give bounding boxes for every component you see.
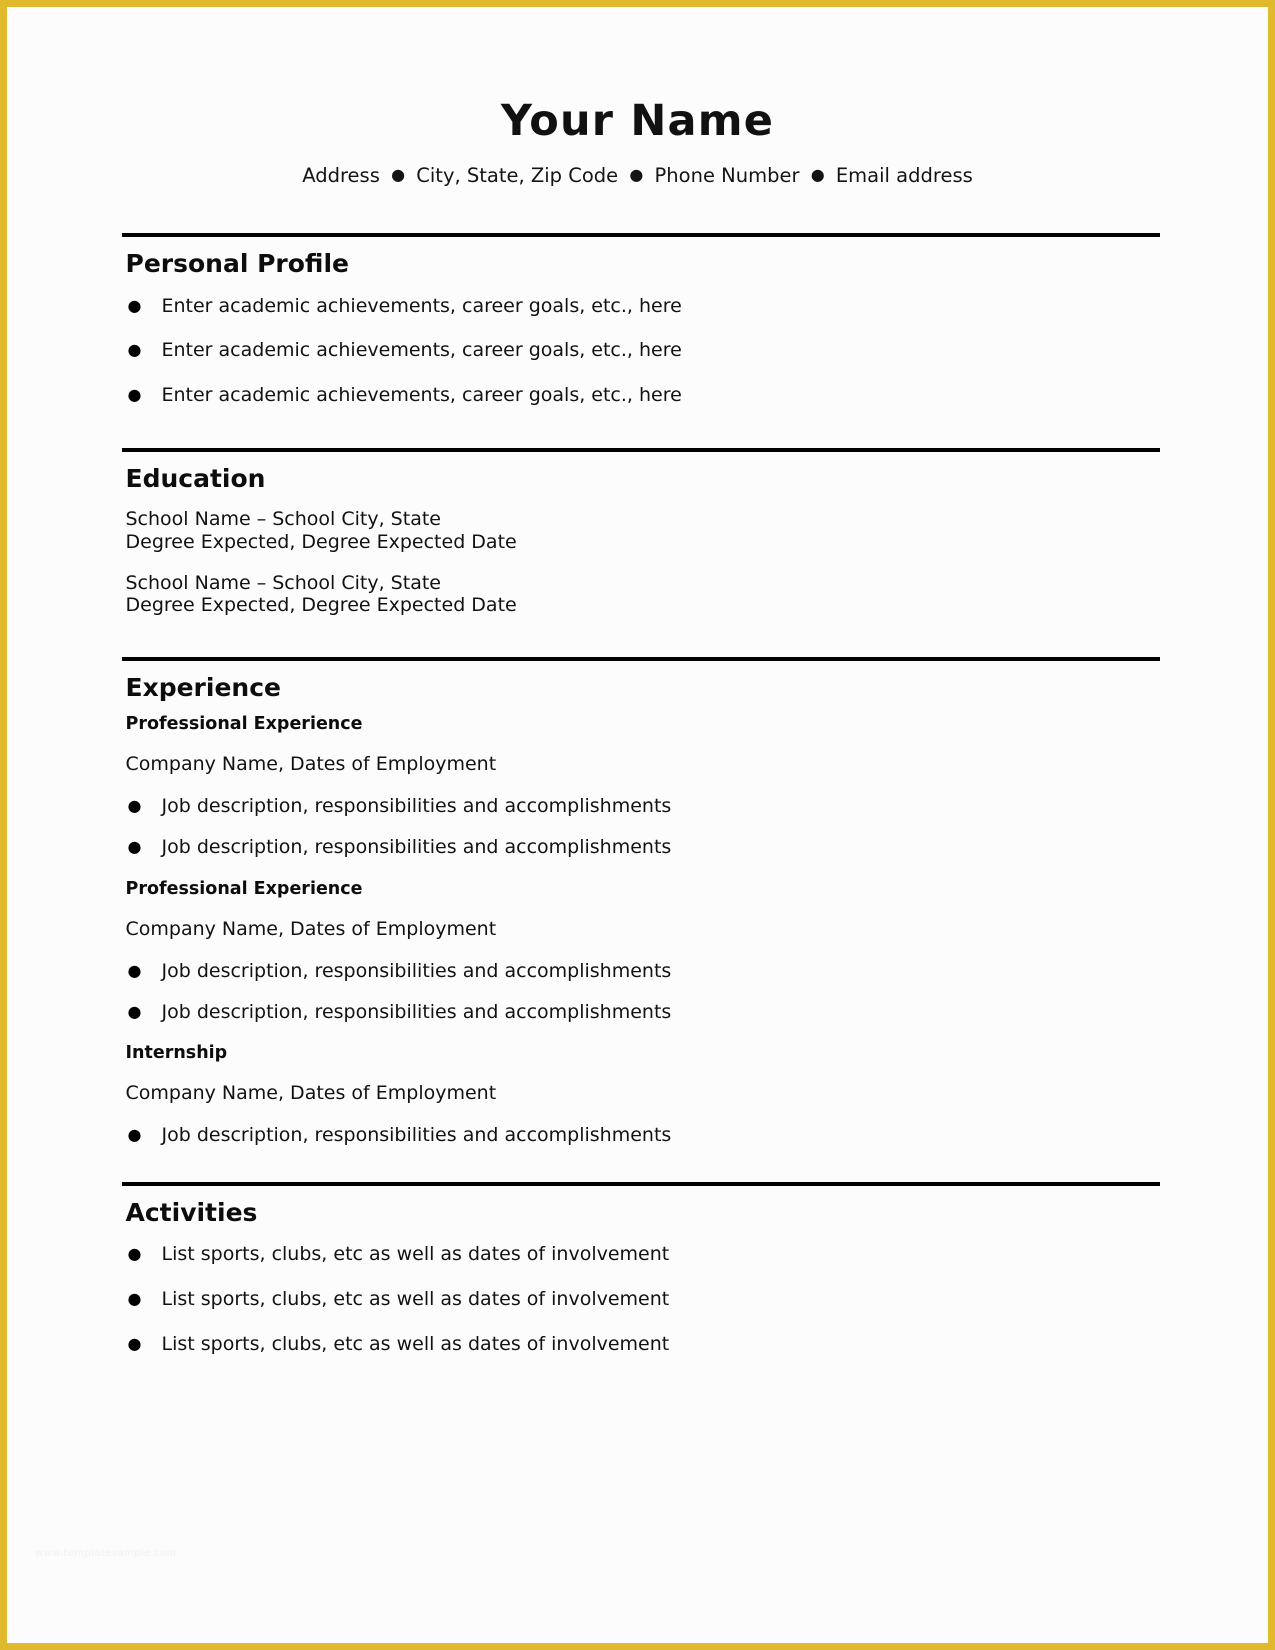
experience-bullet-list: ● Job description, responsibilities and … (122, 959, 1158, 1024)
contact-phone: Phone Number (654, 164, 800, 187)
experience-company: Company Name, Dates of Employment (125, 753, 497, 776)
experience-entry: Internship Company Name, Dates of Employ… (122, 1042, 1158, 1148)
section-activities: Activities ● List sports, clubs, etc as … (121, 1182, 1160, 1356)
education-school: School Name – School City, State (125, 507, 441, 530)
experience-subtitle: Professional Experience (125, 878, 363, 899)
experience-bullet-list: ● Job description, responsibilities and … (122, 794, 1158, 859)
list-item: ● Enter academic achievements, career go… (122, 383, 1158, 408)
section-title-experience: Experience (125, 673, 281, 703)
list-item: ● Job description, responsibilities and … (122, 1123, 1158, 1148)
bullet-separator-icon: ● (629, 165, 644, 184)
list-item-label: List sports, clubs, etc as well as dates… (161, 1287, 670, 1310)
list-item-label: Job description, responsibilities and ac… (161, 836, 672, 859)
applicant-name: Your Name (500, 96, 775, 146)
experience-subtitle: Professional Experience (125, 714, 363, 735)
list-item: ● List sports, clubs, etc as well as dat… (122, 1287, 1158, 1312)
list-item: ● Job description, responsibilities and … (122, 1000, 1158, 1025)
bullet-icon: ● (127, 340, 142, 360)
resume-header: Your Name Address ● City, State, Zip Cod… (7, 7, 1268, 188)
education-degree: Degree Expected, Degree Expected Date (125, 530, 517, 553)
list-item: ● Job description, responsibilities and … (122, 835, 1158, 860)
list-item-label: List sports, clubs, etc as well as dates… (161, 1332, 670, 1355)
section-title-education: Education (125, 463, 266, 493)
bullet-icon: ● (127, 1288, 142, 1308)
bullet-separator-icon: ● (391, 165, 406, 184)
list-item: ● List sports, clubs, etc as well as dat… (122, 1242, 1158, 1267)
education-entry: School Name – School City, State Degree … (122, 572, 1158, 618)
section-title-personal-profile: Personal Profile (125, 249, 350, 279)
list-item-label: List sports, clubs, etc as well as dates… (161, 1243, 670, 1266)
contact-line: Address ● City, State, Zip Code ● Phone … (7, 164, 1268, 187)
education-entry: School Name – School City, State Degree … (122, 508, 1158, 554)
list-item-label: Enter academic achievements, career goal… (161, 339, 682, 362)
contact-city-state-zip: City, State, Zip Code (416, 164, 619, 187)
page-frame: Your Name Address ● City, State, Zip Cod… (0, 0, 1275, 1650)
list-item: ● Job description, responsibilities and … (122, 959, 1158, 984)
bullet-separator-icon: ● (810, 165, 825, 184)
list-item-label: Enter academic achievements, career goal… (161, 294, 682, 317)
contact-email: Email address (835, 164, 973, 187)
contact-address: Address (302, 164, 380, 187)
list-item-label: Job description, responsibilities and ac… (161, 795, 672, 818)
personal-profile-list: ● Enter academic achievements, career go… (122, 294, 1158, 408)
experience-company: Company Name, Dates of Employment (125, 1082, 497, 1105)
list-item-label: Job description, responsibilities and ac… (161, 959, 672, 982)
bullet-icon: ● (127, 1125, 142, 1145)
bullet-icon: ● (127, 295, 142, 315)
watermark-text: www.templatesample.com (35, 1548, 177, 1559)
section-personal-profile: Personal Profile ● Enter academic achiev… (121, 233, 1160, 408)
list-item-label: Job description, responsibilities and ac… (161, 1124, 672, 1147)
list-item: ● Job description, responsibilities and … (122, 794, 1158, 819)
bullet-icon: ● (127, 837, 142, 857)
resume-sheet: Your Name Address ● City, State, Zip Cod… (7, 7, 1268, 1643)
education-school: School Name – School City, State (125, 571, 441, 594)
bullet-icon: ● (127, 1001, 142, 1021)
experience-entry: Professional Experience Company Name, Da… (122, 713, 1158, 859)
list-item: ● List sports, clubs, etc as well as dat… (122, 1332, 1158, 1357)
experience-company: Company Name, Dates of Employment (125, 917, 497, 940)
list-item-label: Enter academic achievements, career goal… (161, 384, 682, 407)
bullet-icon: ● (127, 1244, 142, 1264)
activities-list: ● List sports, clubs, etc as well as dat… (122, 1242, 1158, 1356)
resume-body: Personal Profile ● Enter academic achiev… (118, 233, 1160, 1356)
list-item-label: Job description, responsibilities and ac… (161, 1000, 672, 1023)
experience-bullet-list: ● Job description, responsibilities and … (122, 1123, 1158, 1148)
section-education: Education School Name – School City, Sta… (121, 447, 1160, 618)
section-experience: Experience Professional Experience Compa… (121, 657, 1160, 1148)
experience-entry: Professional Experience Company Name, Da… (122, 878, 1158, 1024)
list-item: ● Enter academic achievements, career go… (122, 338, 1158, 363)
bullet-icon: ● (127, 1333, 142, 1353)
bullet-icon: ● (127, 960, 142, 980)
experience-subtitle: Internship (125, 1043, 228, 1064)
bullet-icon: ● (127, 385, 142, 405)
education-degree: Degree Expected, Degree Expected Date (125, 594, 517, 617)
section-title-activities: Activities (125, 1198, 258, 1228)
bullet-icon: ● (127, 796, 142, 816)
list-item: ● Enter academic achievements, career go… (122, 294, 1158, 319)
